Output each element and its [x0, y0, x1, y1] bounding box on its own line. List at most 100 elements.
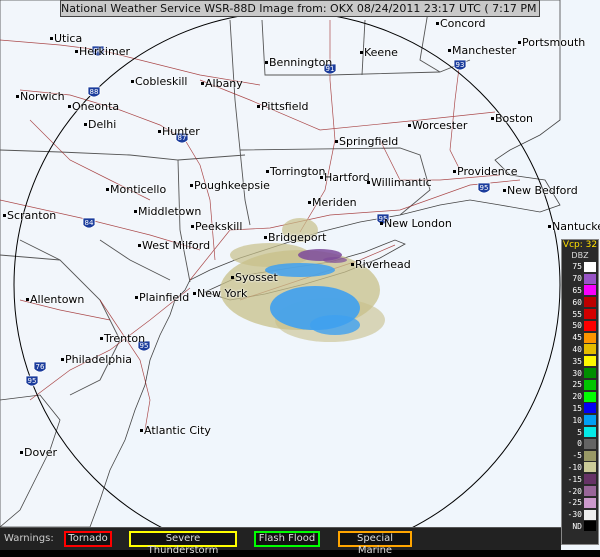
city-label: Worcester: [412, 119, 468, 132]
legend-swatch: [584, 415, 596, 426]
header-title: National Weather Service WSR-88D Image f…: [60, 0, 540, 17]
warning-flash-flood[interactable]: Flash Flood: [254, 531, 320, 547]
legend-entry: 20: [562, 391, 598, 403]
legend-entry: -10: [562, 462, 598, 474]
city-marker: [135, 296, 138, 299]
interstate-number: 88: [90, 88, 99, 96]
legend-swatch: [584, 273, 596, 284]
legend-entry-label: -25: [567, 498, 582, 508]
city-marker: [106, 188, 109, 191]
city-marker: [100, 337, 103, 340]
interstate-shield: 93: [453, 59, 467, 71]
city-label: Peekskill: [195, 220, 243, 233]
city-label: Scranton: [7, 209, 57, 222]
legend-entry-label: 20: [572, 392, 582, 402]
city-marker: [491, 117, 494, 120]
city-label: Syosset: [235, 271, 278, 284]
legend-swatch: [584, 320, 596, 331]
city-label: Norwich: [20, 90, 65, 103]
city-label: Hartford: [324, 171, 370, 184]
legend-entry: 30: [562, 367, 598, 379]
city-marker: [367, 181, 370, 184]
legend-entry: 10: [562, 414, 598, 426]
legend-entry: 5: [562, 426, 598, 438]
city-label: Nantucket: [552, 220, 600, 233]
city-marker: [68, 105, 71, 108]
echo-blue: [310, 315, 360, 335]
interstate-shield: 95: [477, 182, 491, 194]
city-marker: [84, 123, 87, 126]
city-label: Plainfield: [139, 291, 190, 304]
city-marker: [3, 214, 6, 217]
legend-entry-label: 55: [572, 309, 582, 319]
interstate-shield: 76: [33, 361, 47, 373]
legend-entry: 35: [562, 355, 598, 367]
legend-entry-label: 5: [577, 427, 582, 437]
city-label: Allentown: [30, 293, 85, 306]
city-label: Boston: [495, 112, 534, 125]
legend-swatch: [584, 368, 596, 379]
city-marker: [453, 170, 456, 173]
legend-swatch: [584, 486, 596, 497]
city-marker: [193, 292, 196, 295]
city-label: Monticello: [110, 183, 167, 196]
city-label: Manchester: [452, 44, 517, 57]
radar-map: 908891 938784 9595957695: [0, 0, 600, 550]
warning-special-marine[interactable]: Special Marine: [338, 531, 412, 556]
legend-swatch: [584, 474, 596, 485]
legend-swatch: [584, 438, 596, 449]
warnings-label: Warnings:: [4, 533, 54, 544]
legend-swatch: [584, 521, 596, 532]
city-marker: [308, 201, 311, 204]
legend-entry-label: 65: [572, 285, 582, 295]
city-marker: [503, 189, 506, 192]
warnings-bar: Warnings: Tornado Severe Thunderstorm Flas…: [0, 527, 561, 556]
city-marker: [20, 451, 23, 454]
city-label: Middletown: [138, 205, 202, 218]
legend-entry: 0: [562, 438, 598, 450]
legend-entry: 25: [562, 379, 598, 391]
city-marker: [320, 176, 323, 179]
city-label: Trenton: [104, 332, 146, 345]
legend-entry-label: 15: [572, 403, 582, 413]
legend-swatch: [584, 427, 596, 438]
legend-swatch: [584, 379, 596, 390]
city-label: Springfield: [339, 135, 399, 148]
city-label: Riverhead: [355, 258, 411, 271]
legend-entry-label: 60: [572, 297, 582, 307]
legend-entry: -30: [562, 509, 598, 521]
legend-entry-label: -30: [567, 510, 582, 520]
legend-swatch: [584, 450, 596, 461]
city-label: Torrington: [270, 165, 326, 178]
legend-entry-label: 10: [572, 415, 582, 425]
city-marker: [518, 41, 521, 44]
city-label: Delhi: [88, 118, 117, 131]
legend-entry: 45: [562, 332, 598, 344]
warning-severe-thunderstorm[interactable]: Severe Thunderstorm: [129, 531, 237, 556]
legend-entry-label: 30: [572, 368, 582, 378]
city-label: Dover: [24, 446, 57, 459]
city-marker: [231, 276, 234, 279]
legend-entry-label: 40: [572, 344, 582, 354]
city-marker: [380, 222, 383, 225]
city-marker: [360, 51, 363, 54]
city-marker: [26, 298, 29, 301]
legend-entry: 60: [562, 296, 598, 308]
legend-entry-label: 35: [572, 356, 582, 366]
city-label: Bridgeport: [268, 231, 327, 244]
legend-swatch: [584, 462, 596, 473]
legend-entry-label: -15: [567, 474, 582, 484]
city-marker: [201, 82, 204, 85]
city-label: New London: [384, 217, 452, 230]
interstate-shield: 84: [82, 217, 96, 229]
warning-tornado[interactable]: Tornado: [64, 531, 112, 547]
city-marker: [190, 184, 193, 187]
city-label: New Bedford: [507, 184, 578, 197]
city-marker: [448, 49, 451, 52]
city-marker: [75, 50, 78, 53]
city-label: Philadelphia: [65, 353, 133, 366]
city-label: Pittsfield: [261, 100, 309, 113]
city-marker: [16, 95, 19, 98]
echo-purple: [323, 257, 347, 263]
dbz-legend: Vcp: 32 DBZ 75 70 65 60 55 50 45 40 35 30 25 20 15 10…: [561, 239, 599, 545]
